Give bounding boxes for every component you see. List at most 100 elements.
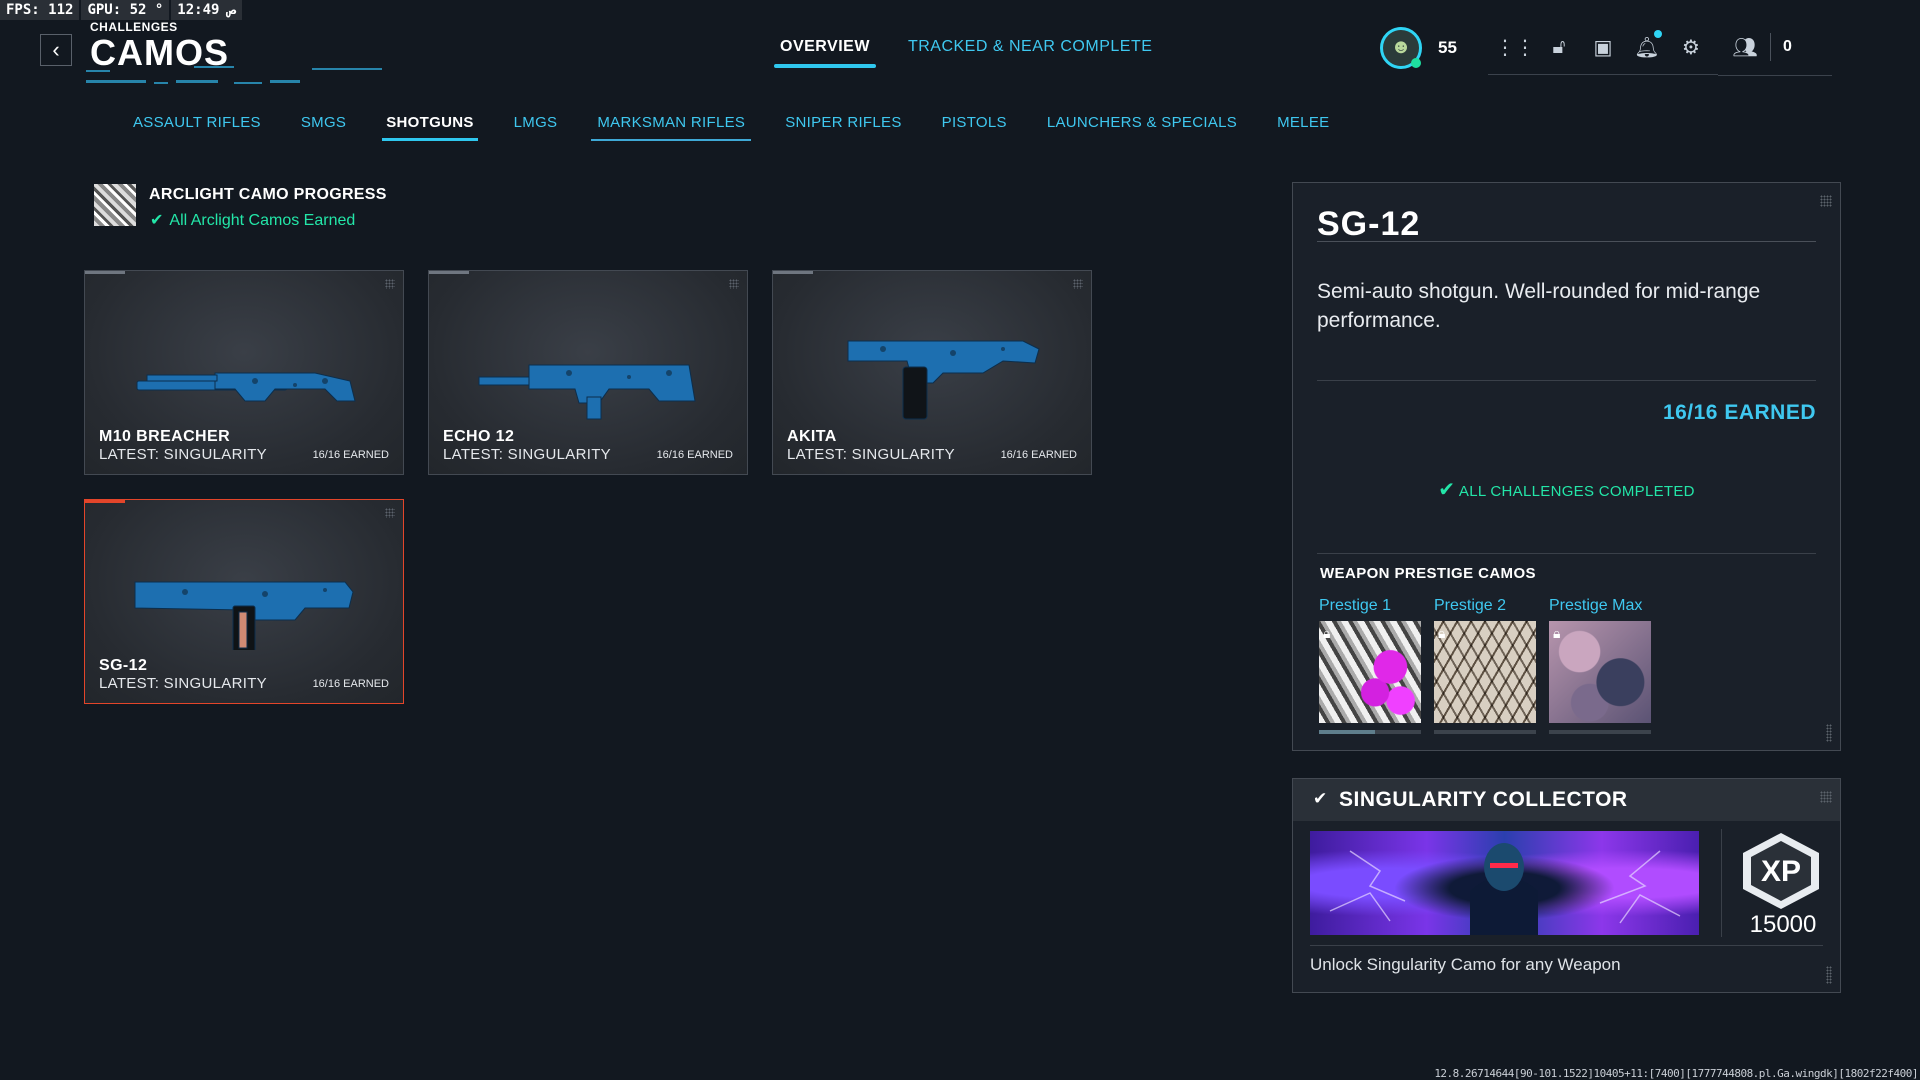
card-corner-bar (773, 271, 813, 274)
clock: 12:49 ص (171, 0, 243, 20)
panel-grid-icon (1820, 195, 1832, 207)
weapon-name: AKITA (787, 428, 837, 445)
hud-icon-group: ⋮⋮ 🔓︎ ▣ 🔔︎ ⚙ (1488, 30, 1718, 75)
tab-lmgs[interactable]: LMGS (514, 114, 558, 141)
xp-badge-text: XP (1761, 855, 1801, 888)
challenges-complete-text: ALL CHALLENGES COMPLETED (1458, 483, 1695, 500)
weapon-card-akita[interactable]: AKITA LATEST: SINGULARITY 16/16 EARNED (772, 270, 1092, 475)
divider (1310, 945, 1823, 946)
unlock-icon[interactable]: 🔓︎ (1546, 34, 1572, 60)
avatar-icon: ☻ (1390, 36, 1412, 58)
arclight-progress-status: ✔ All Arclight Camos Earned (150, 210, 355, 230)
card-grid-icon (385, 279, 395, 289)
arclight-status-text: All Arclight Camos Earned (169, 212, 356, 229)
card-grid-icon (729, 279, 739, 289)
weapon-card-m10-breacher[interactable]: M10 BREACHER LATEST: SINGULARITY 16/16 E… (84, 270, 404, 475)
card-corner-bar (85, 271, 125, 274)
tab-assault-rifles[interactable]: ASSAULT RIFLES (133, 114, 261, 141)
card-grid-icon (385, 508, 395, 518)
weapon-earned-count: 16/16 EARNED (312, 678, 389, 690)
prestige-camo-2[interactable]: Prestige 2 🔒︎ (1434, 597, 1536, 734)
prestige-camo-max[interactable]: Prestige Max 🔒︎ (1549, 597, 1651, 734)
player-avatar[interactable]: ☻ (1380, 26, 1422, 69)
collector-title: SINGULARITY COLLECTOR (1339, 788, 1628, 811)
panel-resize-handle (1826, 724, 1832, 742)
tab-launchers-specials[interactable]: LAUNCHERS & SPECIALS (1047, 114, 1237, 141)
collector-divider (1721, 829, 1722, 937)
shotgun-icon (136, 372, 356, 402)
prestige-progress-bar (1434, 730, 1536, 734)
weapon-earned-count: 16/16 EARNED (1000, 449, 1077, 461)
tab-pistols[interactable]: PISTOLS (942, 114, 1007, 141)
build-info: 12.8.26714644[90-101.1522]10405+11:[7400… (1434, 1067, 1918, 1080)
prestige-progress-bar (1549, 730, 1651, 734)
check-icon: ✔ (150, 212, 164, 229)
card-corner-bar (429, 271, 469, 274)
notification-bell-icon[interactable]: 🔔︎ (1634, 30, 1662, 60)
prestige-camos-title: WEAPON PRESTIGE CAMOS (1320, 565, 1536, 582)
challenges-complete-status: ✔ ALL CHALLENGES COMPLETED (1293, 477, 1840, 502)
detail-description: Semi-auto shotgun. Well-rounded for mid-… (1317, 280, 1761, 332)
weapon-earned-count: 16/16 EARNED (656, 449, 733, 461)
lock-icon: 🔒︎ (1323, 625, 1331, 641)
tab-shotguns[interactable]: SHOTGUNS (382, 114, 479, 141)
prestige-label: Prestige 2 (1434, 597, 1507, 614)
xp-badge-icon: XP (1743, 833, 1819, 909)
xp-reward-amount: 15000 (1749, 911, 1817, 938)
divider (1317, 241, 1816, 242)
chevron-left-icon: ‹ (52, 37, 60, 62)
card-corner-bar (85, 500, 125, 503)
collector-description: Unlock Singularity Camo for any Weapon (1310, 955, 1621, 974)
weapon-latest-camo: LATEST: SINGULARITY (443, 446, 611, 463)
weapon-detail-panel: SG-12 Semi-auto shotgun. Well-rounded fo… (1292, 182, 1841, 751)
weapon-card-sg-12[interactable]: SG-12 LATEST: SINGULARITY 16/16 EARNED (84, 499, 404, 704)
tab-marksman-rifles[interactable]: MARKSMAN RIFLES (591, 114, 752, 141)
prestige-label: Prestige 1 (1319, 597, 1392, 614)
weapon-latest-camo: LATEST: SINGULARITY (99, 675, 267, 692)
tab-sniper-rifles[interactable]: SNIPER RIFLES (785, 114, 901, 141)
card-grid-icon (1073, 279, 1083, 289)
weapon-name: SG-12 (99, 657, 148, 674)
prestige-label: Prestige Max (1549, 597, 1643, 614)
shotgun-icon (134, 581, 354, 650)
performance-overlay: FPS: 112 GPU: 52 ° 12:49 ص (0, 0, 243, 20)
detail-weapon-name: SG-12 (1317, 205, 1421, 243)
prestige-camo-1[interactable]: Prestige 1 🔒︎ (1319, 597, 1421, 734)
back-button[interactable]: ‹ (40, 34, 72, 66)
arclight-progress-title: ARCLIGHT CAMO PROGRESS (149, 186, 387, 203)
detail-earned-count: 16/16 EARNED (1662, 401, 1816, 424)
prestige-camo-swatch: 🔒︎ (1434, 621, 1536, 723)
screenshot-icon[interactable]: ▣ (1590, 34, 1616, 60)
gpu-temp: GPU: 52 ° (81, 0, 170, 20)
prestige-camo-swatch: 🔒︎ (1549, 621, 1651, 723)
fps-counter: FPS: 112 (0, 0, 80, 20)
category-tabs: ASSAULT RIFLES SMGS SHOTGUNS LMGS MARKSM… (133, 114, 1329, 141)
tab-melee[interactable]: MELEE (1277, 114, 1329, 141)
settings-gear-icon[interactable]: ⚙ (1678, 34, 1704, 60)
lock-icon: 🔒︎ (1438, 625, 1446, 641)
tab-smgs[interactable]: SMGS (301, 114, 346, 141)
tab-tracked[interactable]: TRACKED & NEAR COMPLETE (908, 38, 1152, 68)
panel-resize-handle (1826, 966, 1832, 984)
tab-overview[interactable]: OVERVIEW (774, 38, 876, 68)
grid-menu-icon[interactable]: ⋮⋮ (1495, 34, 1535, 60)
check-icon: ✔ (1313, 789, 1328, 808)
title-decoration (86, 66, 382, 84)
operator-figure-icon (1329, 843, 1681, 935)
player-hud: ☻ 55 ⋮⋮ 🔓︎ ▣ 🔔︎ ⚙ 👥︎ 0 (1380, 26, 1832, 76)
prestige-progress-fill (1319, 730, 1376, 734)
shotgun-icon (847, 340, 1040, 420)
arclight-camo-thumbnail (94, 184, 136, 226)
collector-banner-image (1310, 831, 1699, 935)
singularity-collector-panel[interactable]: ✔ SINGULARITY COLLECTOR XP 15000 Unlock … (1292, 778, 1841, 993)
player-level: 55 (1438, 37, 1457, 57)
weapon-name: M10 BREACHER (99, 428, 231, 445)
prestige-progress-bar (1319, 730, 1421, 734)
divider (1317, 553, 1816, 554)
check-icon: ✔ (1438, 479, 1456, 501)
party-icon[interactable]: 👥︎ (1732, 34, 1758, 60)
weapon-latest-camo: LATEST: SINGULARITY (787, 446, 955, 463)
weapon-card-echo-12[interactable]: ECHO 12 LATEST: SINGULARITY 16/16 EARNED (428, 270, 748, 475)
divider (1317, 380, 1816, 381)
shotgun-icon (478, 364, 696, 420)
